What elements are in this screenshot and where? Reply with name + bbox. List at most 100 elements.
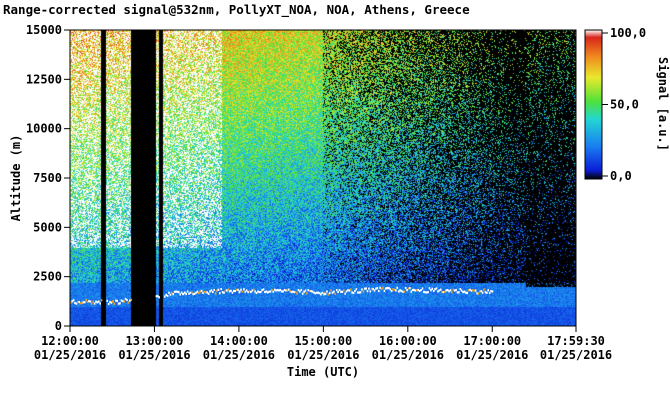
x-tick-date-label: 01/25/2016 [372, 348, 444, 362]
cloud-point [427, 291, 429, 294]
cloud-point [395, 289, 397, 292]
cloud-point [193, 292, 196, 295]
cloud-point [330, 289, 332, 292]
cloud-point [262, 288, 265, 291]
cloud-point [451, 291, 453, 294]
y-tick-label: 15000 [26, 23, 62, 37]
x-tick-time-label: 16:00:00 [379, 334, 437, 348]
cloud-point [272, 290, 275, 293]
cloud-point [226, 289, 228, 292]
cloud-point [439, 288, 442, 291]
cloud-point [191, 291, 193, 294]
cloud-point [428, 287, 431, 290]
cloud-point [255, 291, 258, 295]
cloud-point [216, 289, 218, 292]
cloud-point [172, 293, 175, 296]
colorbar-label: Signal [a.u.] [656, 57, 670, 151]
y-tick-label: 2500 [33, 270, 62, 284]
cloud-point [326, 290, 328, 293]
cloud-point [444, 290, 446, 293]
cloud-point [486, 291, 488, 294]
cloud-point [129, 299, 131, 302]
cloud-point [251, 289, 254, 292]
x-tick-date-label: 01/25/2016 [287, 348, 359, 362]
cloud-point [212, 290, 214, 294]
cloud-point [432, 289, 435, 293]
cloud-point [483, 288, 485, 291]
cloud-point [369, 290, 372, 293]
cloud-point [72, 299, 75, 302]
cloud-point [110, 301, 113, 304]
cloud-point [356, 291, 359, 294]
cloud-point [306, 292, 308, 295]
cloud-point [344, 292, 346, 295]
cloud-point [261, 289, 263, 292]
cloud-point [431, 287, 434, 290]
colorbar-tick-label: 50,0 [610, 98, 639, 112]
cloud-point [430, 289, 432, 292]
cloud-point [334, 292, 337, 296]
cloud-point [240, 288, 242, 291]
cloud-point [347, 289, 349, 292]
cloud-point [206, 291, 209, 294]
cloud-point [77, 300, 79, 304]
cloud-point [99, 302, 101, 305]
cloud-point [303, 290, 305, 293]
y-axis-label: Altitude (m) [9, 135, 23, 222]
cloud-point [470, 289, 473, 292]
cloud-point [175, 290, 177, 293]
cloud-point [186, 290, 189, 293]
cloud-point [333, 290, 335, 293]
cloud-point [317, 291, 319, 294]
cloud-point [392, 288, 394, 291]
cloud-point [474, 289, 477, 292]
cloud-point [196, 290, 199, 293]
cloud-point [243, 288, 245, 291]
cloud-point [472, 289, 474, 292]
cloud-point [164, 295, 166, 298]
cloud-point [328, 291, 331, 295]
cloud-point [424, 291, 427, 294]
cloud-point [184, 291, 186, 294]
colorbar-tick-label: 100,0 [610, 26, 646, 40]
cloud-point [311, 290, 314, 293]
cloud-point [113, 302, 116, 305]
cloud-point [165, 293, 168, 296]
cloud-point [477, 292, 480, 295]
cloud-point [252, 288, 255, 291]
cloud-point [258, 291, 261, 294]
cloud-point [290, 290, 293, 294]
cloud-point [173, 290, 176, 293]
cloud-point [490, 289, 492, 293]
cloud-point [192, 293, 195, 296]
cloud-point [363, 287, 366, 290]
cloud-point [359, 291, 362, 294]
cloud-point [115, 299, 117, 302]
cloud-point [127, 301, 130, 304]
cloud-point [372, 287, 374, 291]
cloud-point [126, 298, 128, 302]
cloud-point [297, 288, 300, 292]
x-tick-date-label: 01/25/2016 [456, 348, 528, 362]
cloud-point [179, 293, 182, 296]
cloud-point [223, 291, 225, 294]
cloud-point [213, 288, 216, 291]
cloud-point [294, 290, 297, 294]
cloud-point [383, 289, 386, 292]
cloud-point [259, 290, 262, 294]
cloud-point [287, 288, 290, 291]
cloud-point [488, 291, 491, 295]
cloud-point [264, 290, 266, 294]
cloud-point [217, 288, 220, 291]
cloud-point [254, 290, 256, 293]
cloud-point [351, 291, 353, 294]
cloud-point [238, 290, 241, 293]
cloud-point [462, 291, 464, 294]
cloud-point [257, 290, 259, 293]
cloud-point [180, 291, 183, 294]
cloud-point [310, 290, 312, 293]
cloud-point [300, 288, 303, 292]
cloud-point [370, 287, 373, 291]
cloud-point [458, 291, 460, 294]
cloud-point [282, 290, 284, 293]
